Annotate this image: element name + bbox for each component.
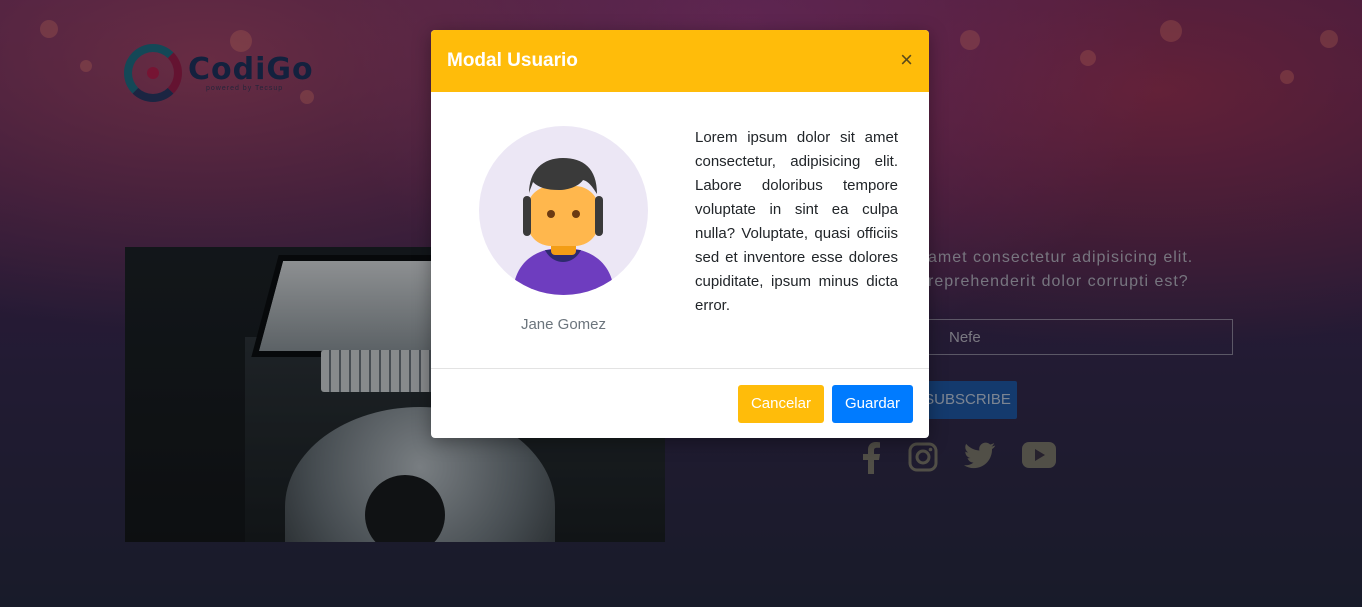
- user-name: Jane Gomez: [520, 316, 607, 333]
- close-button[interactable]: ×: [900, 49, 913, 73]
- cancel-button[interactable]: Cancelar: [737, 384, 824, 423]
- save-button[interactable]: Guardar: [831, 384, 913, 423]
- modal-header: Modal Usuario ×: [431, 30, 929, 92]
- user-modal: Modal Usuario × Jane Gomez Lorem ipsum d…: [431, 30, 929, 438]
- modal-title: Modal Usuario: [447, 50, 578, 71]
- page: CodiGo powered by Tecsup amet consectetu…: [0, 0, 1362, 607]
- user-description: Lorem ipsum dolor sit amet consectetur, …: [695, 129, 898, 314]
- modal-footer: Cancelar Guardar: [431, 369, 929, 438]
- user-avatar-icon: [513, 158, 614, 295]
- modal-body: Jane Gomez Lorem ipsum dolor sit amet co…: [431, 92, 929, 369]
- avatar: [479, 126, 648, 295]
